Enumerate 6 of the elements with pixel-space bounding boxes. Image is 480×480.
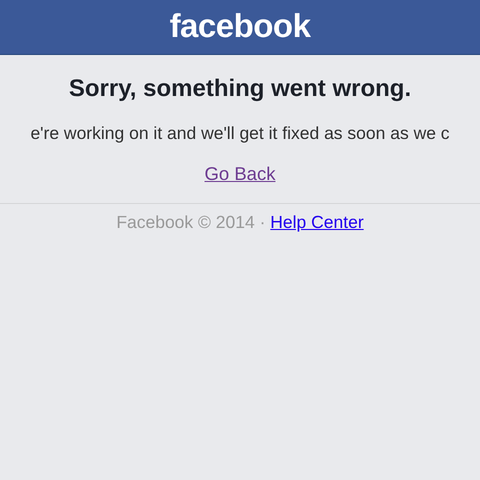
copyright-text: Facebook © 2014 ·	[116, 211, 266, 234]
error-title: Sorry, something went wrong.	[68, 74, 412, 104]
logo[interactable]: facebook	[170, 8, 310, 46]
error-message: e're working on it and we'll get it fixed as soon as we c	[30, 122, 450, 145]
help-center-link[interactable]: Help Center	[270, 210, 364, 234]
go-back-link[interactable]: Go Back	[204, 162, 276, 186]
